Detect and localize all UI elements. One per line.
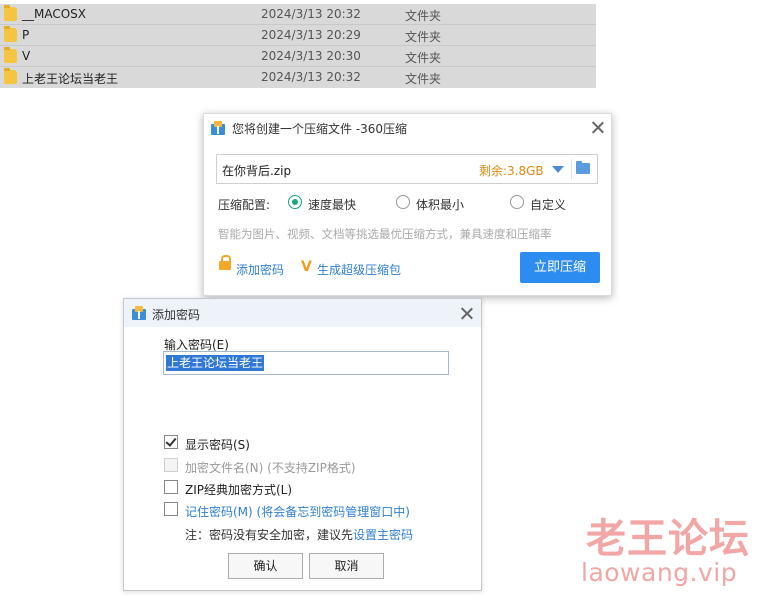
radio-custom[interactable] (510, 195, 524, 209)
radio-smallest[interactable] (396, 195, 410, 209)
file-date: 2024/3/13 20:29 (261, 28, 361, 42)
radio-custom-label[interactable]: 自定义 (530, 196, 566, 213)
file-name: 上老王论坛当老王 (22, 72, 119, 86)
remember-password-label[interactable]: 记住密码(M) (将会备忘到密码管理窗口中) (185, 503, 410, 520)
file-date: 2024/3/13 20:30 (261, 49, 361, 63)
compress-dialog: 您将创建一个压缩文件 -360压缩 在你背后.zip 剩余:3.8GB 压缩配置… (203, 113, 612, 296)
security-note: 注：密码没有安全加密，建议先设置主密码 (185, 526, 413, 543)
super-zip-link[interactable]: 生成超级压缩包 (317, 261, 401, 278)
dialog-titlebar: 添加密码 (124, 299, 481, 327)
config-label: 压缩配置: (218, 198, 271, 212)
watermark-title: 老王论坛 (586, 516, 750, 562)
file-type: 文件夹 (405, 30, 442, 44)
dialog-title: 添加密码 (152, 308, 201, 322)
file-date: 2024/3/13 20:32 (261, 7, 361, 21)
file-type: 文件夹 (405, 9, 442, 23)
folder-browse-icon[interactable] (576, 161, 590, 174)
encrypt-filename-checkbox (164, 458, 178, 472)
zip-classic-encryption-label[interactable]: ZIP经典加密方式(L) (185, 481, 292, 498)
free-space-label: 剩余:3.8GB (479, 164, 544, 178)
folder-icon (4, 47, 17, 63)
radio-smallest-label[interactable]: 体积最小 (416, 196, 464, 213)
add-password-dialog: 添加密码 输入密码(E) 上老王论坛当老王 显示密码(S) 加密文件名(N) (… (123, 298, 482, 591)
cancel-button[interactable]: 取消 (309, 553, 384, 579)
file-row[interactable]: __MACOSX 2024/3/13 20:32 文件夹 (0, 4, 596, 25)
set-master-password-link[interactable]: 设置主密码 (353, 528, 413, 542)
file-type: 文件夹 (405, 51, 442, 65)
chevron-down-icon[interactable] (552, 166, 564, 173)
radio-fastest-label[interactable]: 速度最快 (308, 196, 356, 213)
encrypt-filename-label: 加密文件名(N) (不支持ZIP格式) (185, 461, 356, 475)
archive-name-field[interactable]: 在你背后.zip 剩余:3.8GB (216, 154, 598, 184)
radio-fastest[interactable] (288, 195, 302, 209)
folder-icon (4, 68, 17, 84)
dialog-title: 您将创建一个压缩文件 -360压缩 (232, 122, 408, 136)
lock-icon (219, 255, 231, 270)
add-password-link[interactable]: 添加密码 (236, 261, 284, 278)
password-input[interactable]: 上老王论坛当老王 (163, 351, 449, 375)
watermark-url: laowang.vip (581, 558, 738, 587)
file-name: __MACOSX (22, 7, 87, 21)
remember-password-checkbox[interactable] (164, 502, 178, 516)
password-value[interactable]: 上老王论坛当老王 (166, 355, 265, 371)
close-icon[interactable] (590, 120, 606, 136)
show-password-label[interactable]: 显示密码(S) (185, 436, 250, 453)
file-name: P (22, 28, 30, 42)
file-date: 2024/3/13 20:32 (261, 70, 361, 84)
compress-now-button[interactable]: 立即压缩 (520, 252, 600, 283)
folder-icon (4, 26, 17, 42)
file-type: 文件夹 (405, 72, 442, 86)
folder-icon (4, 5, 17, 21)
close-icon[interactable] (459, 306, 475, 322)
show-password-checkbox[interactable] (164, 435, 178, 449)
archive-name-value[interactable]: 在你背后.zip (222, 162, 291, 179)
security-note-text: 注：密码没有安全加密，建议先 (185, 528, 354, 542)
file-list: __MACOSX 2024/3/13 20:32 文件夹 P 2024/3/13… (0, 4, 596, 88)
confirm-button[interactable]: 确认 (228, 553, 303, 579)
zip-app-icon (211, 121, 225, 135)
file-row[interactable]: 上老王论坛当老王 2024/3/13 20:32 文件夹 (0, 67, 596, 88)
zip-classic-encryption-checkbox[interactable] (164, 480, 178, 494)
v-badge-icon: V (301, 259, 312, 275)
file-row[interactable]: V 2024/3/13 20:30 文件夹 (0, 46, 596, 67)
file-name: V (22, 49, 31, 63)
file-row[interactable]: P 2024/3/13 20:29 文件夹 (0, 25, 596, 46)
compression-hint: 智能为图片、视频、文档等挑选最优压缩方式，兼具速度和压缩率 (218, 227, 552, 241)
zip-app-icon (132, 306, 146, 320)
